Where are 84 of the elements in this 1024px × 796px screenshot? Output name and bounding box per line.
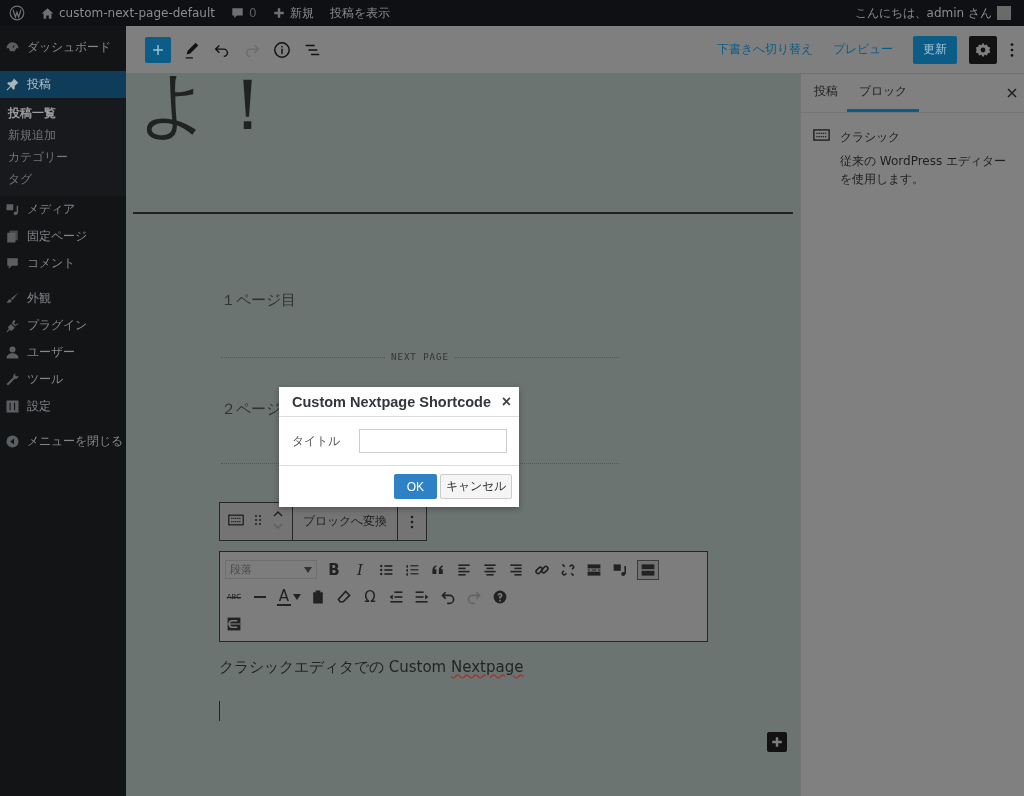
- plus-icon: [272, 7, 285, 19]
- ok-button[interactable]: OK: [393, 474, 437, 499]
- submenu-item[interactable]: タグ: [0, 168, 126, 190]
- close-button[interactable]: ×: [501, 392, 511, 411]
- site-link[interactable]: custom-next-page-default: [36, 6, 220, 20]
- text-color-button[interactable]: A: [277, 587, 291, 606]
- clipboard-icon: [310, 588, 326, 605]
- media-icon: [5, 202, 20, 217]
- speech-bubble-icon: [230, 6, 244, 20]
- user-icon: [5, 345, 20, 360]
- menu-item[interactable]: 設定: [0, 393, 126, 420]
- home-icon: [41, 6, 54, 20]
- toolbar-toggle-button[interactable]: [637, 559, 659, 580]
- comments-link[interactable]: 0: [225, 6, 262, 20]
- add-block-button[interactable]: [145, 36, 171, 63]
- paragraph-text: クラシックエディタでの Custom Nextpage: [219, 658, 525, 677]
- bold-button[interactable]: B: [325, 559, 343, 580]
- help-icon: [492, 588, 508, 605]
- title-input-field[interactable]: [359, 429, 507, 453]
- menu-item[interactable]: 投稿: [0, 71, 126, 98]
- indent-icon: [414, 588, 430, 605]
- pages-icon: [5, 229, 20, 244]
- menu-item[interactable]: 固定ページ: [0, 223, 126, 250]
- paragraph-text: １ページ目: [221, 291, 297, 310]
- panel-tab[interactable]: ブロック: [847, 74, 919, 112]
- menu-item[interactable]: ユーザー: [0, 339, 126, 366]
- cancel-button[interactable]: キャンセル: [440, 474, 512, 499]
- plus-icon: [771, 736, 783, 748]
- wordpress-logo-icon: [9, 5, 25, 21]
- italic-button[interactable]: I: [351, 559, 369, 580]
- menu-item[interactable]: メニューを閉じる: [0, 428, 126, 455]
- view-post-link[interactable]: 投稿を表示: [324, 4, 395, 22]
- read-more-icon: [586, 561, 602, 578]
- collapse-icon: [5, 434, 20, 449]
- menu-item[interactable]: メディア: [0, 196, 126, 223]
- outdent-icon: [388, 588, 404, 605]
- add-block-button[interactable]: [767, 732, 787, 752]
- plug-icon: [5, 318, 20, 333]
- brush-icon: [5, 291, 20, 306]
- horizontal-line-icon: [254, 595, 266, 598]
- plus-icon: [151, 42, 165, 57]
- keyboard-icon: [813, 129, 830, 141]
- align-left-icon: [456, 561, 472, 578]
- menu-item[interactable]: プラグイン: [0, 312, 126, 339]
- pin-icon: [5, 77, 20, 92]
- block-description: 従来の WordPress エディターを使用します。: [840, 153, 1008, 188]
- submenu-item[interactable]: 投稿一覧: [0, 102, 126, 124]
- page-break-icon: [226, 615, 242, 632]
- menu-item[interactable]: 外観: [0, 285, 126, 312]
- wrench-icon: [5, 372, 20, 387]
- block-name: クラシック: [840, 129, 901, 146]
- submenu-item[interactable]: 新規追加: [0, 124, 126, 146]
- close-icon: [1007, 88, 1017, 98]
- paragraph-text: ２ページ: [221, 400, 281, 419]
- more-options-button[interactable]: [1009, 40, 1015, 59]
- media-icon: [612, 561, 628, 578]
- more-options-icon: [410, 514, 414, 529]
- info-button[interactable]: [273, 40, 291, 59]
- caret-icon: [304, 566, 312, 573]
- eraser-icon: [336, 588, 352, 605]
- dialog-title: Custom Nextpage Shortcode: [292, 393, 491, 410]
- new-link[interactable]: 新規: [267, 4, 319, 22]
- settings-button[interactable]: [969, 35, 997, 64]
- caret-icon[interactable]: [293, 593, 301, 600]
- edit-tool-button[interactable]: [183, 40, 201, 59]
- submenu-item[interactable]: カテゴリー: [0, 146, 126, 168]
- speech-bubble-icon: [5, 256, 20, 271]
- page-break-label: NEXT PAGE: [391, 352, 449, 362]
- update-button[interactable]: 更新: [913, 35, 957, 64]
- panel-tab[interactable]: 投稿: [805, 74, 847, 112]
- align-center-icon: [482, 561, 498, 578]
- heading-text: よ！: [138, 74, 285, 148]
- menu-item[interactable]: ツール: [0, 366, 126, 393]
- menu-item[interactable]: ダッシュボード: [0, 34, 126, 61]
- special-character-button[interactable]: Ω: [361, 586, 379, 607]
- account-link[interactable]: こんにちは、admin さん: [849, 4, 1016, 22]
- field-label: タイトル: [292, 432, 341, 450]
- unlink-icon: [560, 561, 576, 578]
- menu-item[interactable]: コメント: [0, 250, 126, 277]
- avatar-icon: [997, 6, 1011, 20]
- toolbar-toggle-icon: [640, 561, 656, 578]
- sliders-icon: [5, 399, 20, 414]
- settings-icon: [975, 41, 991, 58]
- align-right-icon: [508, 561, 524, 578]
